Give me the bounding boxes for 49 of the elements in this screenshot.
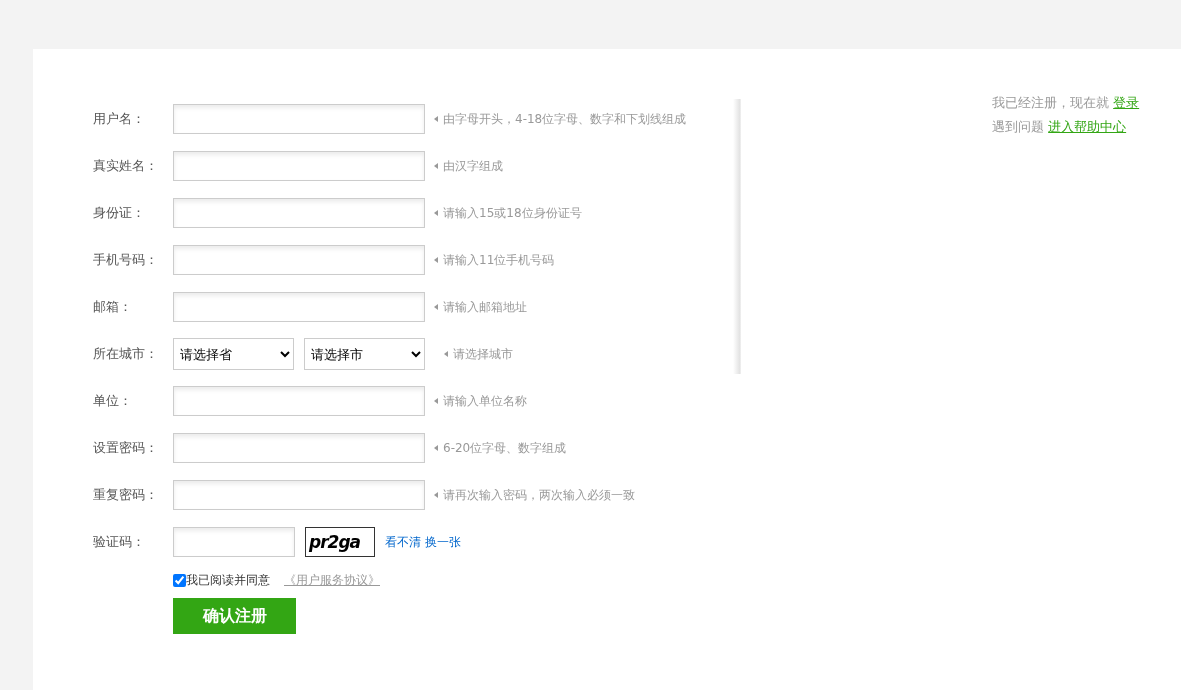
- hint-text: 请输入15或18位身份证号: [443, 205, 582, 222]
- hint-text: 由字母开头，4-18位字母、数字和下划线组成: [443, 111, 687, 128]
- submit-button[interactable]: 确认注册: [173, 598, 296, 634]
- refresh-captcha-link[interactable]: 看不清 换一张: [385, 533, 461, 551]
- field-label: 邮箱：: [93, 298, 133, 317]
- input-field[interactable]: [173, 527, 295, 557]
- field-label: 单位：: [93, 392, 133, 411]
- hint-arrow-icon: [434, 492, 438, 498]
- help-text: 遇到问题: [992, 119, 1045, 134]
- agree-label: 我已阅读并同意: [186, 572, 270, 589]
- field-label: 设置密码：: [93, 439, 159, 458]
- input-field[interactable]: [173, 151, 425, 181]
- input-field[interactable]: [173, 480, 425, 510]
- field-label: 身份证：: [93, 204, 146, 223]
- hint-text: 请再次输入密码，两次输入必须一致: [443, 487, 635, 504]
- input-field[interactable]: [173, 433, 425, 463]
- field-label: 用户名：: [93, 110, 146, 129]
- hint-arrow-icon: [444, 351, 448, 357]
- input-field[interactable]: [173, 198, 425, 228]
- dropdown[interactable]: 请选择市: [304, 338, 425, 370]
- hint-text: 请输入邮箱地址: [443, 299, 527, 316]
- hint-text: 请输入11位手机号码: [443, 252, 555, 269]
- hint-arrow-icon: [434, 257, 438, 263]
- hint-arrow-icon: [434, 398, 438, 404]
- input-field[interactable]: [173, 104, 425, 134]
- hint-arrow-icon: [434, 163, 438, 169]
- hint-arrow-icon: [434, 304, 438, 310]
- hint-text: 由汉字组成: [443, 158, 503, 175]
- field-label: 验证码：: [93, 533, 146, 552]
- input-field[interactable]: [173, 292, 425, 322]
- hint-arrow-icon: [434, 116, 438, 122]
- field-label: 真实姓名：: [93, 157, 159, 176]
- login-link[interactable]: 登录: [1113, 95, 1140, 110]
- hint-arrow-icon: [434, 445, 438, 451]
- field-label: 所在城市：: [93, 345, 159, 364]
- agreement-link[interactable]: 《用户服务协议》: [284, 571, 380, 589]
- field-label: 手机号码：: [93, 251, 159, 270]
- field-label: 重复密码：: [93, 486, 159, 505]
- help-center-link[interactable]: 进入帮助中心: [1048, 119, 1127, 134]
- input-field[interactable]: [173, 386, 425, 416]
- hint-text: 6-20位字母、数字组成: [443, 440, 567, 457]
- captcha-image: pr2ga: [305, 527, 375, 557]
- input-field[interactable]: [173, 245, 425, 275]
- hint-text: 请输入单位名称: [443, 393, 527, 410]
- registered-text: 我已经注册，现在就: [992, 95, 1110, 110]
- hint-text: 请选择城市: [453, 346, 513, 363]
- agree-checkbox[interactable]: [173, 573, 186, 587]
- dropdown[interactable]: 请选择省: [173, 338, 294, 370]
- hint-arrow-icon: [434, 210, 438, 216]
